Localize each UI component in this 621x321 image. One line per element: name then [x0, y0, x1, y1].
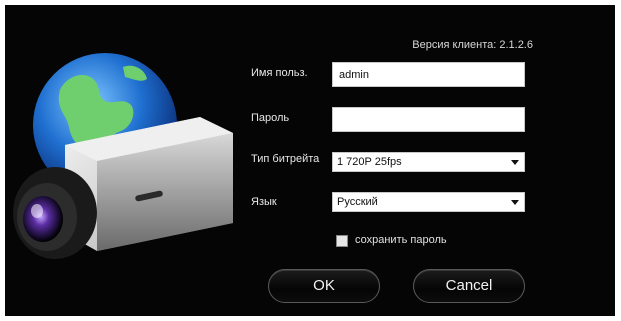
language-value: Русский [337, 196, 378, 208]
bitrate-value: 1 720P 25fps [337, 156, 402, 168]
password-label: Пароль [251, 112, 290, 124]
bitrate-label: Тип битрейта [251, 153, 320, 165]
username-input[interactable] [332, 62, 525, 87]
language-select[interactable]: Русский [332, 192, 525, 212]
bitrate-select[interactable]: 1 720P 25fps [332, 152, 525, 172]
save-password-checkbox[interactable] [336, 235, 348, 247]
ok-button[interactable]: OK [268, 269, 380, 303]
save-password-label[interactable]: сохранить пароль [355, 234, 447, 246]
login-dialog: Версия клиента: 2.1.2.6 Имя польз. Парол… [5, 5, 615, 316]
dropdown-arrow-icon [511, 200, 519, 205]
language-label: Язык [251, 196, 277, 208]
username-label: Имя польз. [251, 67, 308, 79]
globe-camera-icon [13, 53, 233, 259]
dropdown-arrow-icon [511, 160, 519, 165]
cancel-button[interactable]: Cancel [413, 269, 525, 303]
client-version: Версия клиента: 2.1.2.6 [412, 39, 533, 51]
password-input[interactable] [332, 107, 525, 132]
